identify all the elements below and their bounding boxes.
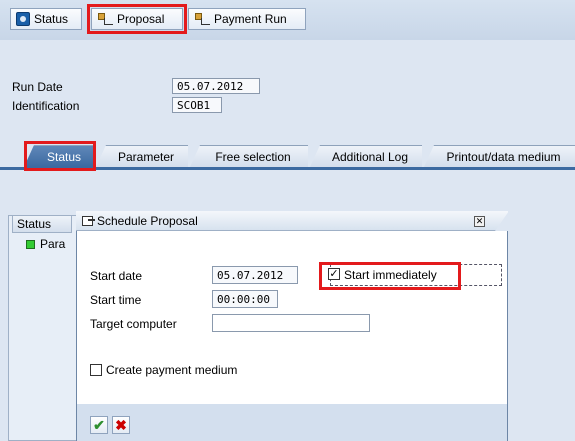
status-button-label: Status bbox=[34, 12, 69, 26]
tab-printout-data-medium[interactable]: Printout/data medium bbox=[424, 145, 575, 167]
start-time-field[interactable]: 00:00:00 bbox=[212, 290, 278, 308]
tab-label: Parameter bbox=[117, 149, 175, 164]
create-payment-medium-checkbox[interactable] bbox=[90, 364, 102, 376]
create-payment-medium-label: Create payment medium bbox=[106, 363, 238, 377]
start-date-field[interactable]: 05.07.2012 bbox=[212, 266, 298, 284]
status-button[interactable]: Status bbox=[10, 8, 82, 30]
dialog-title-bar: Schedule Proposal bbox=[76, 211, 508, 231]
tree-icon bbox=[194, 12, 210, 26]
identification-label: Identification bbox=[12, 99, 80, 113]
tab-free-selection[interactable]: Free selection bbox=[190, 145, 308, 167]
status-pane-tab-label: Status bbox=[17, 217, 52, 231]
tab-additional-log[interactable]: Additional Log bbox=[310, 145, 422, 167]
highlight-status-tab-box bbox=[24, 141, 96, 171]
status-pane-row: Para bbox=[40, 237, 66, 251]
target-computer-field[interactable] bbox=[212, 314, 370, 332]
run-date-field[interactable]: 05.07.2012 bbox=[172, 78, 260, 94]
dialog-title: Schedule Proposal bbox=[97, 213, 198, 228]
tab-parameter[interactable]: Parameter bbox=[96, 145, 188, 167]
cross-icon[interactable]: ✖ bbox=[112, 416, 130, 434]
payment-run-button[interactable]: Payment Run bbox=[188, 8, 306, 30]
run-date-label: Run Date bbox=[12, 80, 63, 94]
target-computer-label: Target computer bbox=[90, 317, 177, 331]
close-icon[interactable]: ✕ bbox=[474, 216, 485, 227]
status-pane-tab[interactable]: Status bbox=[12, 215, 72, 233]
start-date-label: Start date bbox=[90, 269, 143, 283]
checkmark-icon[interactable]: ✔ bbox=[90, 416, 108, 434]
tab-label: Free selection bbox=[215, 149, 291, 164]
highlight-proposal-box bbox=[87, 4, 187, 34]
status-ok-icon bbox=[26, 240, 35, 249]
highlight-start-immediately-box bbox=[319, 262, 461, 290]
tab-label: Additional Log bbox=[331, 149, 409, 164]
start-time-label: Start time bbox=[90, 293, 142, 307]
payment-run-button-label: Payment Run bbox=[214, 12, 287, 26]
identification-field[interactable]: SCOB1 bbox=[172, 97, 222, 113]
status-icon bbox=[16, 12, 30, 26]
window-icon bbox=[82, 215, 95, 226]
tab-label: Printout/data medium bbox=[446, 149, 561, 164]
dialog-footer bbox=[77, 404, 507, 441]
